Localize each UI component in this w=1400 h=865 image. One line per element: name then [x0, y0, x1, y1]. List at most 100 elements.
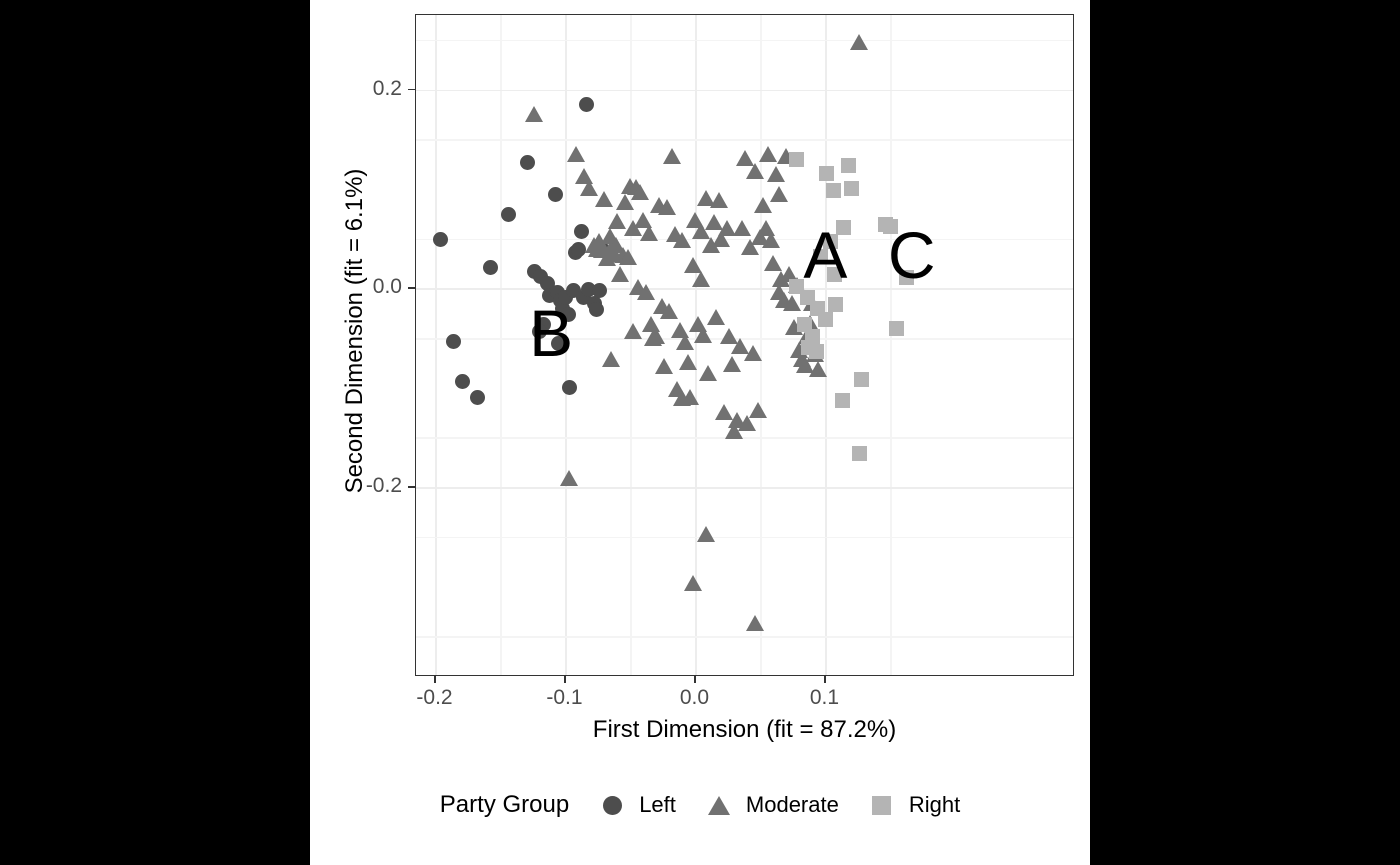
data-point-right	[834, 393, 850, 409]
data-point-moderate	[694, 327, 713, 344]
x-tick-mark	[694, 676, 696, 683]
gridline-horizontal-minor	[416, 437, 1073, 440]
data-point-moderate	[660, 303, 679, 320]
y-tick-label: 0.2	[372, 76, 402, 100]
y-tick-mark	[408, 486, 415, 488]
data-point-moderate	[525, 106, 544, 123]
legend-label-right: Right	[908, 792, 961, 817]
x-tick-mark	[824, 676, 826, 683]
data-point-moderate	[709, 191, 728, 208]
data-point-right	[854, 372, 870, 388]
legend-item-moderate[interactable]: Moderate	[702, 790, 839, 820]
x-tick-label: 0.1	[809, 686, 840, 709]
x-tick-mark	[434, 676, 436, 683]
gridline-vertical	[825, 15, 828, 675]
gridline-horizontal-minor	[416, 39, 1073, 42]
gridline-horizontal	[416, 288, 1073, 290]
data-point-moderate	[761, 231, 780, 248]
data-point-moderate	[722, 355, 741, 372]
data-point-moderate	[624, 323, 643, 340]
data-point-left	[446, 333, 462, 349]
data-point-right	[819, 165, 835, 181]
gridline-horizontal	[416, 487, 1073, 489]
data-point-moderate	[782, 295, 801, 312]
data-point-moderate	[663, 148, 682, 165]
x-tick-label: -0.2	[416, 686, 453, 709]
data-point-moderate	[746, 163, 765, 180]
gridline-vertical-minor	[500, 15, 503, 675]
data-point-left	[500, 207, 516, 223]
data-point-right	[808, 344, 824, 360]
x-tick-label: -0.1	[546, 686, 583, 709]
y-tick-label: 0.0	[372, 275, 402, 299]
data-point-moderate	[630, 183, 649, 200]
data-point-moderate	[673, 231, 692, 248]
gridline-vertical-minor	[630, 15, 633, 675]
data-point-moderate	[655, 357, 674, 374]
data-point-moderate	[676, 334, 695, 351]
data-point-left	[561, 380, 577, 396]
data-point-right	[843, 181, 859, 197]
y-axis-title: Second Dimension (fit = 6.1%)	[341, 168, 368, 494]
data-point-moderate	[678, 353, 697, 370]
data-point-left	[482, 259, 498, 275]
triangle-marker-icon	[702, 790, 736, 820]
data-point-left	[570, 242, 586, 258]
cluster-label-a: A	[803, 217, 848, 292]
x-tick-label: 0.0	[679, 686, 710, 709]
data-point-left	[455, 374, 471, 390]
data-point-moderate	[657, 198, 676, 215]
data-point-right	[841, 157, 857, 173]
data-point-left	[520, 154, 536, 170]
circle-marker-icon	[595, 790, 629, 820]
square-marker-icon	[865, 790, 899, 820]
legend-item-left[interactable]: Left	[595, 790, 676, 820]
gridline-vertical-minor	[890, 15, 893, 675]
data-point-left	[433, 232, 449, 248]
data-point-left	[578, 96, 594, 112]
legend-item-right[interactable]: Right	[865, 790, 960, 820]
figure-canvas: A B C First Dimension (fit = 87.2%) Second…	[310, 0, 1090, 865]
y-tick-label: -0.2	[365, 474, 402, 498]
data-point-moderate	[759, 146, 778, 163]
x-tick-mark	[564, 676, 566, 683]
data-point-moderate	[808, 360, 827, 377]
data-point-moderate	[733, 219, 752, 236]
data-point-right	[828, 296, 844, 312]
data-point-right	[789, 151, 805, 167]
gridline-horizontal-minor	[416, 536, 1073, 539]
data-point-moderate	[566, 146, 585, 163]
gridline-horizontal	[416, 89, 1073, 92]
data-point-moderate	[699, 364, 718, 381]
data-point-moderate	[560, 470, 579, 487]
plot-panel: A B C	[415, 14, 1074, 676]
data-point-right	[851, 445, 867, 461]
data-point-left	[547, 187, 563, 203]
data-point-moderate	[595, 190, 614, 207]
data-point-moderate	[767, 166, 786, 183]
legend-label-left: Left	[639, 792, 676, 817]
data-point-left	[469, 390, 485, 406]
data-point-moderate	[746, 615, 765, 632]
data-point-right	[889, 320, 905, 336]
data-point-left	[589, 301, 605, 317]
cluster-label-b: B	[529, 296, 574, 371]
gridline-horizontal-minor	[416, 636, 1073, 638]
data-point-right	[817, 311, 833, 327]
legend-label-moderate: Moderate	[745, 792, 839, 817]
x-axis-title: First Dimension (fit = 87.2%)	[592, 716, 897, 743]
data-point-moderate	[743, 344, 762, 361]
legend-title: Party Group	[439, 791, 570, 818]
data-point-moderate	[769, 185, 788, 202]
data-point-moderate	[639, 224, 658, 241]
y-tick-mark	[408, 287, 415, 289]
data-point-moderate	[707, 309, 726, 326]
data-point-moderate	[618, 248, 637, 265]
legend: Party Group Left Moderate Right	[310, 790, 1090, 820]
data-point-moderate	[691, 271, 710, 288]
gridline-horizontal-minor	[416, 139, 1073, 141]
data-point-moderate	[683, 574, 702, 591]
data-point-left	[591, 282, 607, 298]
data-point-moderate	[601, 350, 620, 367]
y-tick-mark	[408, 88, 415, 90]
